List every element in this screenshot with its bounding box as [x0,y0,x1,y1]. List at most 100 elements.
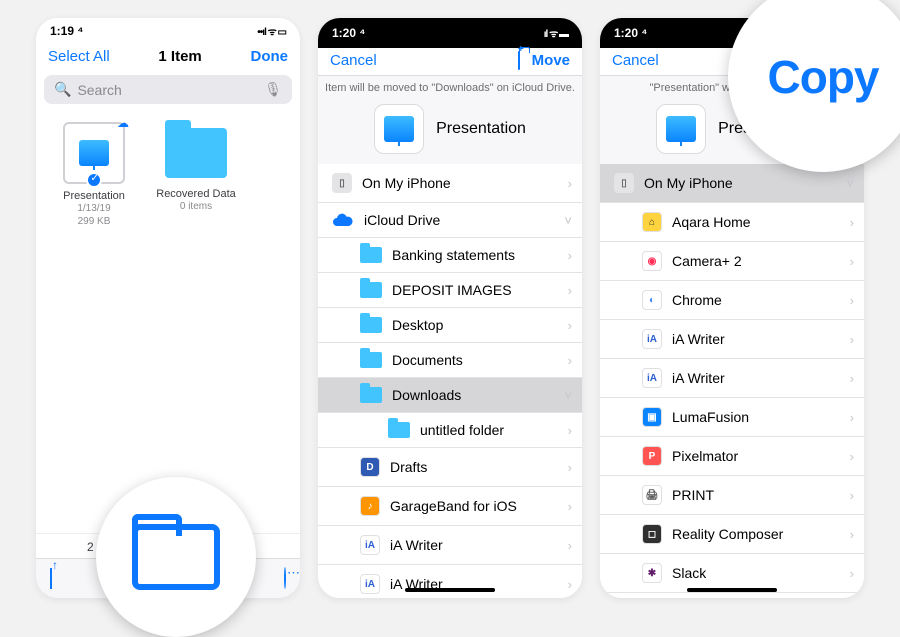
search-placeholder: Search [77,82,121,98]
location-label: Documents [392,352,463,368]
move-button[interactable]: Move [532,52,570,69]
location-row[interactable]: PPixelmator› [600,437,864,476]
folder-icon [165,128,227,178]
folder-meta: 0 items [156,200,236,213]
item-name: Presentation [436,120,526,138]
chevron-right-icon: › [850,566,854,581]
location-row[interactable]: untitled folder› [318,413,582,448]
app-icon: ⌂ [642,212,662,232]
file-date: 1/13/19 [54,202,134,215]
location-row[interactable]: 🖨PRINT› [600,476,864,515]
item-thumbnail [656,104,706,154]
chevron-right-icon: › [850,449,854,464]
location-label: On My iPhone [362,175,451,191]
dictation-icon[interactable]: 🎙 [264,81,282,98]
search-icon: 🔍 [54,81,71,98]
chevron-right-icon: › [850,488,854,503]
location-row[interactable]: Documents › [318,343,582,378]
location-row[interactable]: ⌂Aqara Home› [600,203,864,242]
location-label: untitled folder [420,422,504,438]
location-row[interactable]: ▢Tile› [600,593,864,598]
app-icon: ◻ [642,524,662,544]
location-list[interactable]: ▯On My iPhone˅⌂Aqara Home›◉Camera+ 2›◐Ch… [600,164,864,598]
location-label: GarageBand for iOS [390,498,517,514]
location-row[interactable]: iAiA Writer› [600,320,864,359]
location-row[interactable]: ▣LumaFusion› [600,398,864,437]
location-row[interactable]: ◻Reality Composer› [600,515,864,554]
app-icon: ▣ [642,407,662,427]
share-icon [50,568,52,589]
folder-icon [360,352,382,368]
app-icon: ◉ [642,251,662,271]
chevron-right-icon: › [850,293,854,308]
done-button[interactable]: Done [251,48,289,65]
folder-recovered-data[interactable]: Recovered Data 0 items [156,122,236,228]
new-folder-button[interactable] [518,52,520,69]
app-icon: iA [642,368,662,388]
file-size: 299 KB [54,215,134,228]
cancel-button[interactable]: Cancel [330,52,377,69]
location-row[interactable]: Desktop› [318,308,582,343]
chevron-right-icon: › [568,577,572,592]
home-indicator [687,588,777,592]
app-icon: ✱ [642,563,662,583]
search-input[interactable]: 🔍 Search 🎙 [44,75,292,104]
chevron-down-icon: ˅ [564,213,572,228]
app-icon: iA [360,574,380,594]
location-label: iA Writer [390,537,443,553]
location-label: iA Writer [672,370,725,386]
status-time: 1:20 ⁴ [614,26,647,40]
share-button[interactable] [50,568,52,589]
folder-icon [388,422,410,438]
chevron-right-icon: › [850,332,854,347]
folder-name: Recovered Data [156,188,236,200]
location-label: LumaFusion [672,409,749,425]
file-presentation[interactable]: ☁︎ Presentation 1/13/19 299 KB [54,122,134,228]
location-row[interactable]: DDrafts› [318,448,582,487]
callout-move-folder [96,477,256,637]
folder-icon [360,282,382,298]
location-label: PRINT [672,487,714,503]
status-bar: 1:19 ⁴ ••ıl ᯤ ▭ [36,18,300,44]
location-row[interactable]: iCloud Drive ˅ [318,203,582,238]
location-label: Desktop [392,317,443,333]
keynote-icon [384,116,414,142]
device-icon: ▯ [332,173,352,193]
chevron-right-icon: › [568,176,572,191]
location-label: On My iPhone [644,175,733,191]
location-label: Aqara Home [672,214,751,230]
chevron-right-icon: › [568,353,572,368]
location-row[interactable]: ◐Chrome› [600,281,864,320]
keynote-icon [666,116,696,142]
select-all-button[interactable]: Select All [48,48,110,65]
location-row[interactable]: DEPOSIT IMAGES› [318,273,582,308]
location-row[interactable]: ♪GarageBand for iOS› [318,487,582,526]
item-preview: Presentation [318,104,582,164]
nav-bar: Select All 1 Item Done [36,44,300,71]
folder-icon [360,387,382,403]
more-button[interactable] [284,568,286,589]
chevron-right-icon: › [850,371,854,386]
notch [395,18,505,38]
location-row[interactable]: ◉Camera+ 2› [600,242,864,281]
chevron-right-icon: › [568,499,572,514]
app-icon: P [642,446,662,466]
location-row[interactable]: iAiA Writer› [318,526,582,565]
cancel-button[interactable]: Cancel [612,52,659,69]
status-icons: ••ıl ᯤ ▭ [257,24,286,38]
location-label: Downloads [392,387,461,403]
location-label: iCloud Drive [364,212,440,228]
location-row[interactable]: ▯ On My iPhone › [318,164,582,203]
location-row[interactable]: Downloads˅ [318,378,582,413]
location-row[interactable]: iAiA Writer› [318,565,582,598]
status-bar: 1:20 ⁴ ıl ᯤ ▬ [318,18,582,48]
location-label: Camera+ 2 [672,253,742,269]
selection-check-icon [86,172,102,188]
location-row[interactable]: iA iA Writer › [600,359,864,398]
location-list[interactable]: ▯ On My iPhone › iCloud Drive ˅ Banking state… [318,164,582,598]
more-icon [284,567,286,589]
location-label: Banking statements [392,247,515,263]
move-hint: Item will be moved to "Downloads" on iCl… [318,75,582,104]
location-row[interactable]: Banking statements› [318,238,582,273]
item-thumbnail [374,104,424,154]
